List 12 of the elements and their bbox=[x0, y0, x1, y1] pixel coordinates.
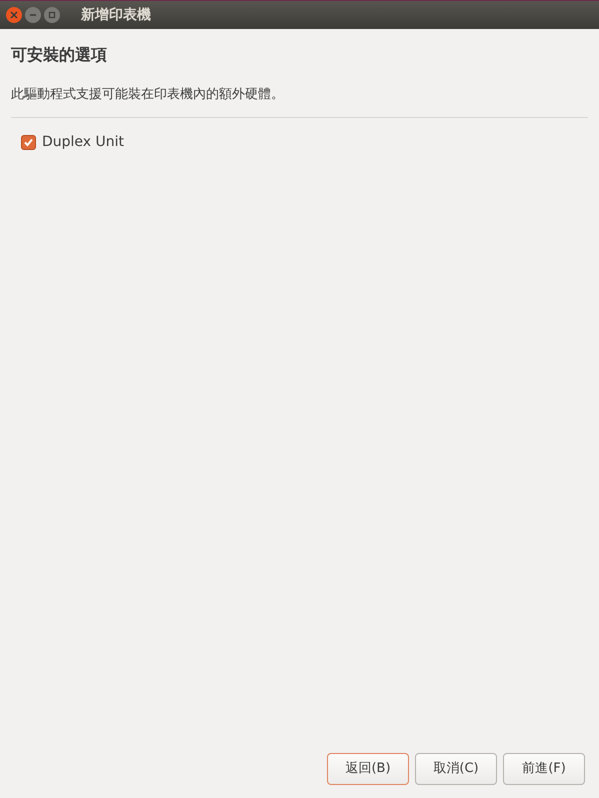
checkmark-icon bbox=[23, 136, 34, 148]
minimize-icon[interactable] bbox=[25, 7, 41, 23]
window-title: 新增印表機 bbox=[81, 6, 151, 24]
dialog-button[interactable]: 取消(C) bbox=[415, 753, 497, 785]
dialog-button[interactable]: 前進(F) bbox=[503, 753, 585, 785]
close-icon[interactable] bbox=[6, 7, 22, 23]
section-heading: 可安裝的選項 bbox=[11, 44, 108, 66]
checkbox[interactable] bbox=[21, 134, 36, 150]
option-label: Duplex Unit bbox=[42, 132, 124, 152]
maximize-icon[interactable] bbox=[44, 7, 60, 23]
dialog-button[interactable]: 返回(B) bbox=[327, 753, 409, 785]
description-text: 此驅動程式支援可能裝在印表機內的額外硬體。 bbox=[11, 86, 285, 104]
